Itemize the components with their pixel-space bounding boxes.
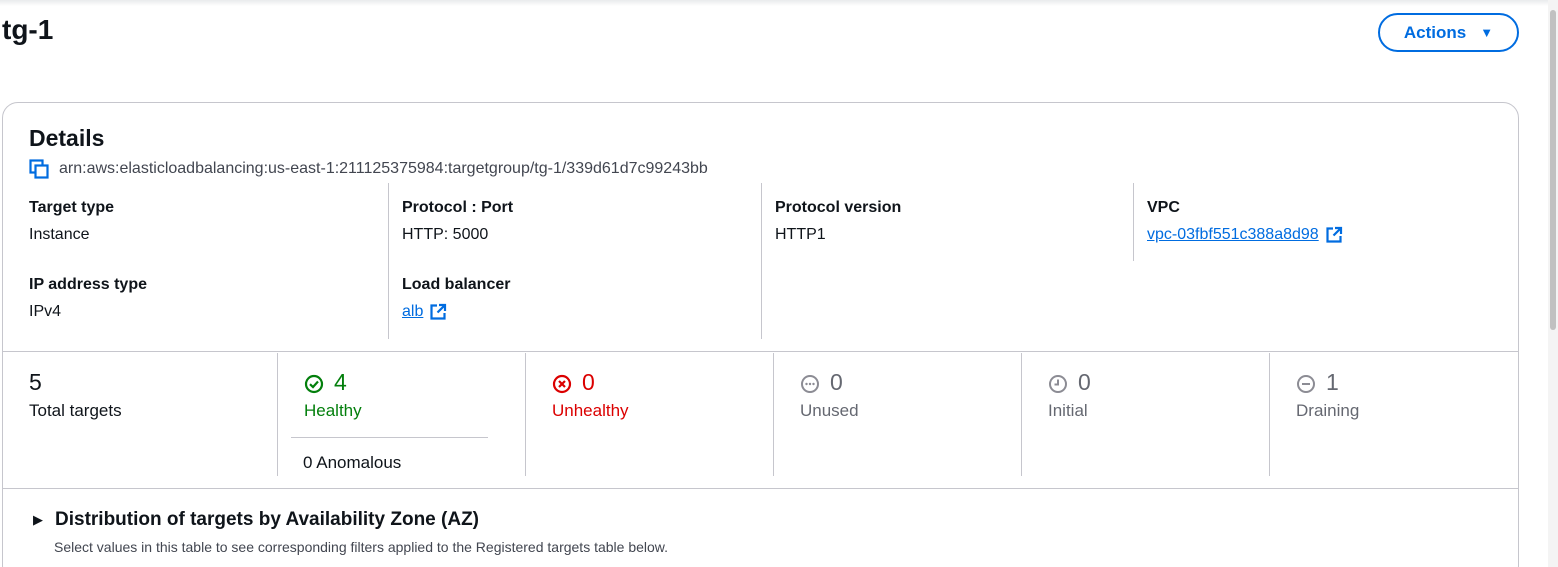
ip-address-type-label: IP address type (29, 276, 147, 293)
external-link-icon (429, 303, 447, 321)
ip-address-type: IP address type IPv4 (29, 276, 147, 321)
target-type-label: Target type (29, 199, 115, 216)
divider (3, 351, 1518, 352)
details-column-3: Protocol version HTTP1 (761, 183, 1133, 339)
stat-total: 5 Total targets (29, 353, 277, 476)
initial-count[interactable]: 0 (1078, 369, 1091, 396)
total-label: Total targets (29, 401, 122, 420)
distribution-toggle[interactable]: ▶ Distribution of targets by Availabilit… (33, 509, 479, 531)
copy-icon[interactable] (29, 159, 49, 179)
total-count: 5 (29, 369, 42, 395)
divider (3, 488, 1518, 489)
details-column-2: Protocol : Port HTTP: 5000 Load balancer… (388, 183, 761, 339)
protocol-port-value: HTTP: 5000 (402, 226, 489, 243)
unhealthy-count[interactable]: 0 (582, 369, 595, 396)
distribution-description: Select values in this table to see corre… (54, 539, 669, 555)
status-pending-icon (1048, 373, 1068, 393)
arn-row: arn:aws:elasticloadbalancing:us-east-1:2… (29, 159, 708, 179)
arn-value: arn:aws:elasticloadbalancing:us-east-1:2… (59, 160, 708, 177)
distribution-title: Distribution of targets by Availability … (55, 509, 480, 530)
details-heading: Details (29, 125, 105, 151)
protocol-port-label: Protocol : Port (402, 199, 514, 216)
healthy-count[interactable]: 4 (334, 369, 347, 396)
healthy-label: Healthy (304, 401, 362, 420)
top-shadow (0, 0, 1548, 6)
scrollbar[interactable] (1548, 0, 1558, 567)
protocol-version-label: Protocol version (775, 199, 902, 216)
details-column-1: Target type Instance IP address type IPv… (29, 183, 369, 339)
load-balancer-label: Load balancer (402, 276, 511, 293)
load-balancer-link[interactable]: alb (402, 303, 447, 321)
external-link-icon (1325, 226, 1343, 244)
caret-down-icon: ▼ (1480, 25, 1494, 40)
page-title: tg-1 (2, 14, 54, 45)
status-error-icon (552, 373, 572, 393)
anomalous-divider (291, 437, 488, 438)
stat-initial: 0 Initial (1021, 353, 1269, 476)
target-type-value: Instance (29, 226, 90, 243)
stat-unused: 0 Unused (773, 353, 1021, 476)
protocol-version: Protocol version HTTP1 (775, 199, 901, 244)
ip-address-type-value: IPv4 (29, 303, 62, 320)
details-column-4: VPC vpc-03fbf551c388a8d98 (1133, 183, 1503, 261)
load-balancer-value: alb (402, 303, 424, 320)
unhealthy-label: Unhealthy (552, 401, 629, 420)
status-stopped-icon (1296, 373, 1316, 393)
stat-draining: 1 Draining (1269, 353, 1517, 476)
anomalous-count: 0 Anomalous (303, 453, 402, 472)
protocol-version-value: HTTP1 (775, 226, 826, 243)
unused-label: Unused (800, 401, 859, 420)
stat-unhealthy: 0 Unhealthy (525, 353, 773, 476)
target-type: Target type Instance (29, 199, 114, 244)
vpc: VPC vpc-03fbf551c388a8d98 (1147, 199, 1343, 244)
protocol-port: Protocol : Port HTTP: 5000 (402, 199, 513, 244)
unused-count[interactable]: 0 (830, 369, 843, 396)
actions-button[interactable]: Actions ▼ (1378, 13, 1519, 52)
draining-label: Draining (1296, 401, 1360, 420)
caret-right-icon: ▶ (33, 512, 43, 527)
vpc-label: VPC (1147, 199, 1180, 216)
scrollbar-thumb[interactable] (1550, 10, 1556, 330)
details-container: Details arn:aws:elasticloadbalancing:us-… (2, 102, 1519, 567)
actions-label: Actions (1403, 22, 1467, 42)
status-unused-icon (800, 373, 820, 393)
initial-label: Initial (1048, 401, 1088, 420)
vpc-value: vpc-03fbf551c388a8d98 (1147, 226, 1319, 243)
load-balancer: Load balancer alb (402, 276, 510, 321)
draining-count[interactable]: 1 (1326, 369, 1339, 396)
vpc-link[interactable]: vpc-03fbf551c388a8d98 (1147, 226, 1343, 244)
status-success-icon (304, 373, 324, 393)
